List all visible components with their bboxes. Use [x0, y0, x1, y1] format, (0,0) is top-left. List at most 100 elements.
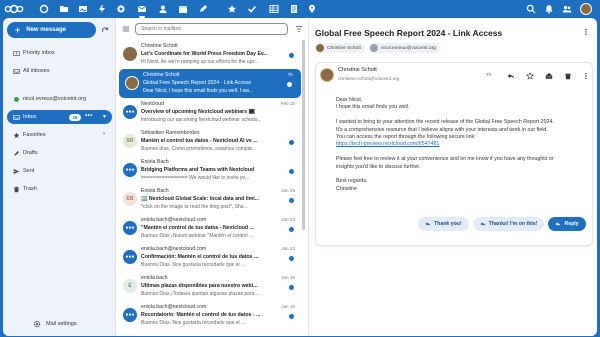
message-date: Jan 23	[281, 217, 295, 222]
mail-settings-label: Mail settings	[46, 321, 77, 327]
contacts-icon[interactable]	[157, 3, 169, 15]
toggle-navigation-icon[interactable]	[122, 25, 130, 33]
message-preview: *click on the image to read the blog pos…	[141, 204, 248, 210]
star-icon[interactable]	[525, 71, 534, 80]
activity-icon[interactable]	[96, 3, 108, 15]
nav-item-label: All inboxes	[23, 68, 50, 74]
notes-icon[interactable]	[197, 3, 209, 15]
message-date: Jan 25	[281, 188, 295, 193]
inbox-icon	[12, 113, 20, 121]
mail-icon[interactable]	[136, 3, 148, 18]
message-preview: Buenos Días ¡Nuevo webinar "Mantén el co…	[141, 233, 254, 239]
thread-title: Global Free Speech Report 2024 - Link Ac…	[315, 28, 503, 38]
list-item[interactable]: ●●● eniola.bach@nextcloud.com Confirmaci…	[117, 243, 303, 272]
gear-icon	[33, 320, 41, 328]
list-item[interactable]: ●●● eniola.bach@nextcloud.com "Mantén el…	[117, 214, 303, 243]
smart-reply-button[interactable]: Thank you!	[418, 217, 469, 231]
list-item-selected[interactable]: Christine Schott Global Free Speech Repo…	[119, 69, 301, 98]
body-signoff: Best regards,	[336, 178, 368, 185]
search-icon[interactable]	[525, 3, 537, 15]
nav-item-label: Inbox	[23, 114, 37, 120]
nextcloud-avatar-icon: ●●●	[123, 163, 137, 177]
message-subject: "Mantén el control de tus datos - Nextcl…	[141, 225, 254, 231]
more-vertical-icon[interactable]	[582, 28, 590, 36]
chevron-right-icon[interactable]: ›	[103, 131, 105, 137]
body-line: Please feel free to review it at your co…	[336, 156, 554, 163]
nextcloud-logo[interactable]	[4, 4, 24, 14]
calendar-icon[interactable]	[177, 3, 189, 15]
message-sender: Christine Schott	[143, 72, 180, 78]
nav-item-favorites[interactable]: Favorites ›	[7, 128, 112, 142]
smart-reply-button[interactable]: Thanks! I'm on this!	[472, 217, 545, 231]
message-preview: ================ We would like to invite…	[141, 175, 250, 181]
mark-unread-icon[interactable]	[544, 71, 553, 80]
body-greeting: Dear Nicol,	[336, 97, 363, 103]
thread-participants: Christine Schott nicol.evreux@voiceint.o…	[315, 43, 440, 53]
nav-item-label: nicol.evreux@voiceint.org	[23, 96, 87, 102]
report-link[interactable]: https://tech-preview.nextcloud.com/f/547…	[336, 141, 591, 148]
unread-indicator	[289, 314, 294, 319]
list-item[interactable]: ●●● Nextcloud Overview of upcoming Nextc…	[117, 98, 303, 127]
photos-icon[interactable]	[77, 3, 89, 15]
nav-item-sent[interactable]: Sent	[7, 164, 112, 178]
list-item[interactable]: ●●● eniola.bach@nextcloud.com Recordator…	[117, 301, 303, 330]
list-item[interactable]: Christine Schott Let's Coordinate for Wo…	[117, 40, 303, 69]
files-icon[interactable]	[58, 3, 70, 15]
nextcloud-avatar-icon: ●●●	[123, 250, 137, 264]
notifications-icon[interactable]	[543, 3, 555, 15]
forms-icon[interactable]	[288, 3, 300, 15]
more-options-icon[interactable]: •••	[85, 113, 93, 119]
participant-chip[interactable]: Christine Schott	[315, 43, 365, 53]
unread-count-badge: 16	[69, 114, 81, 121]
unread-indicator	[289, 256, 294, 261]
nav-item-trash[interactable]: Trash	[7, 182, 112, 196]
user-avatar[interactable]	[580, 3, 592, 15]
message-subject: Recordatorio: Mantén el control de tus d…	[141, 312, 261, 318]
tables-icon[interactable]	[268, 3, 280, 15]
list-item[interactable]: EB Eniola Bach 🔤 Nextcloud Global Scale:…	[117, 185, 303, 214]
message-subject: Últimas plazas disponibles para nuestro …	[141, 283, 258, 289]
filter-icon[interactable]	[295, 25, 303, 33]
participant-chip[interactable]: nicol.evreux@voiceint.org	[368, 43, 440, 53]
nav-item-priority-inbox[interactable]: Priority inbox	[7, 46, 112, 60]
trash-icon	[12, 185, 20, 193]
message-sender: Eniola Bach	[141, 159, 169, 165]
list-item[interactable]: ●●● Eniola Bach Bridging Platforms and T…	[117, 156, 303, 185]
plus-icon: +	[15, 24, 21, 35]
message-preview: Buenos días, Como prometimos, estamos co…	[141, 146, 257, 152]
deck-icon[interactable]	[226, 3, 238, 15]
message-date: Th	[287, 72, 293, 77]
new-message-label: New message	[26, 27, 66, 33]
delete-icon[interactable]	[563, 71, 572, 80]
dashboard-icon[interactable]	[38, 3, 50, 15]
more-vertical-icon[interactable]	[581, 71, 590, 80]
list-item[interactable]: E eniola.bach Últimas plazas disponibles…	[117, 272, 303, 301]
list-scrollbar[interactable]	[302, 40, 305, 230]
reply-button[interactable]: Reply	[548, 217, 586, 231]
mail-settings-button[interactable]: Mail settings	[33, 320, 77, 328]
nav-item-label: Sent	[23, 168, 35, 174]
nav-item-inbox[interactable]: Inbox 16 ••• ▾	[7, 110, 112, 124]
search-input[interactable]	[135, 23, 288, 35]
chevron-down-icon[interactable]: ▾	[103, 113, 106, 120]
nav-item-drafts[interactable]: Drafts	[7, 146, 112, 160]
sender-name: Christine Schott	[338, 67, 377, 73]
all-inboxes-icon	[12, 67, 20, 75]
body-line: It's a comprehensive resource that I bel…	[336, 126, 548, 133]
reply-icon	[480, 222, 486, 227]
message-sender: eniola.bach@nextcloud.com	[141, 304, 207, 310]
message-sender: Nextcloud	[141, 101, 165, 107]
refresh-icon[interactable]	[100, 25, 110, 35]
list-item[interactable]: SR Sébastien Ramombordes Mantén el contr…	[117, 127, 303, 156]
talk-icon[interactable]	[115, 3, 127, 15]
message-preview: Hi Nicol, As we're ramping up our effort…	[141, 59, 260, 65]
tasks-icon[interactable]	[246, 3, 258, 15]
maps-icon[interactable]	[306, 3, 318, 15]
nav-item-account[interactable]: nicol.evreux@voiceint.org	[7, 92, 112, 106]
new-message-button[interactable]: + New message	[7, 22, 96, 38]
contacts-menu-icon[interactable]	[561, 3, 573, 15]
reply-icon[interactable]	[506, 71, 515, 80]
message-date: Jan 22	[281, 246, 295, 251]
nav-item-all-inboxes[interactable]: All inboxes	[7, 64, 112, 78]
message-sender: Sébastien Ramombordes	[141, 130, 200, 136]
